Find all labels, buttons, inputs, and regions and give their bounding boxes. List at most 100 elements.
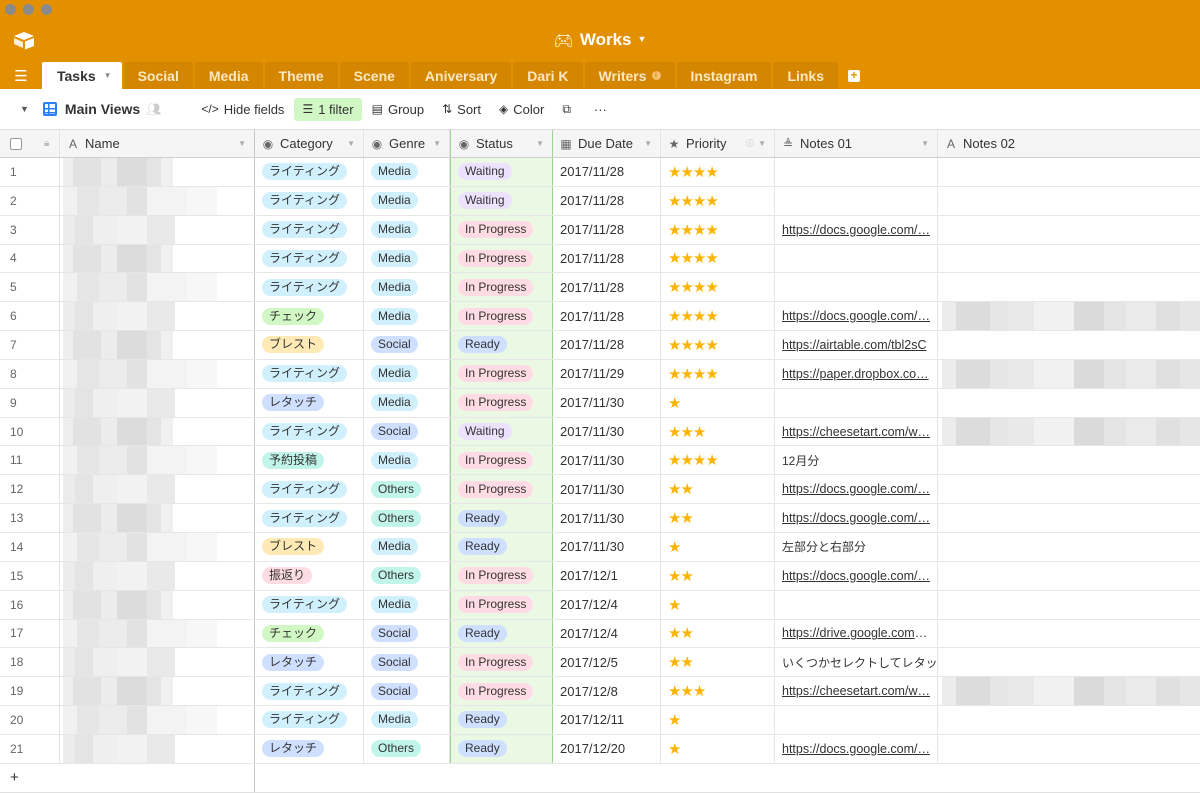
notes-link[interactable]: https://paper.dropbox.co… bbox=[782, 367, 929, 381]
notes-01-cell[interactable] bbox=[775, 388, 938, 417]
genre-cell[interactable]: Media bbox=[364, 186, 450, 215]
notes-02-cell[interactable] bbox=[938, 187, 1200, 215]
status-cell[interactable]: In Progress bbox=[450, 215, 553, 244]
genre-cell[interactable]: Others bbox=[364, 475, 450, 504]
notes-link[interactable]: https://docs.google.com/… bbox=[782, 511, 930, 525]
priority-cell[interactable]: ★★★★ bbox=[661, 244, 775, 273]
column-header-due-date[interactable]: ▦ Due Date ▼ bbox=[553, 130, 661, 157]
genre-cell[interactable]: Media bbox=[364, 273, 450, 302]
notes-02-cell[interactable] bbox=[938, 620, 1200, 648]
priority-cell[interactable]: ★ bbox=[661, 532, 775, 561]
tab-scene[interactable]: Scene bbox=[339, 62, 409, 89]
genre-cell[interactable]: Media bbox=[364, 590, 450, 619]
genre-cell[interactable]: Media bbox=[364, 359, 450, 388]
due-date-cell[interactable]: 2017/12/1 bbox=[553, 561, 661, 590]
category-cell[interactable]: ブレスト bbox=[255, 331, 364, 359]
notes-02-cell[interactable] bbox=[938, 475, 1200, 503]
category-cell[interactable]: レタッチ bbox=[255, 388, 364, 417]
priority-cell[interactable]: ★ bbox=[661, 734, 775, 763]
category-cell[interactable]: ライティング bbox=[255, 215, 364, 244]
status-cell[interactable]: In Progress bbox=[450, 590, 553, 619]
notes-02-cell[interactable] bbox=[938, 158, 1200, 186]
chevron-down-icon[interactable]: ▼ bbox=[536, 139, 544, 148]
category-cell[interactable]: ブレスト bbox=[255, 532, 364, 561]
priority-cell[interactable]: ★ bbox=[661, 706, 775, 734]
status-cell[interactable]: Ready bbox=[450, 734, 553, 763]
genre-cell[interactable]: Media bbox=[364, 532, 450, 561]
notes-02-cell[interactable] bbox=[938, 273, 1200, 301]
due-date-cell[interactable]: 2017/12/11 bbox=[553, 706, 661, 734]
tab-links[interactable]: Links bbox=[773, 62, 839, 89]
notes-01-cell[interactable]: https://docs.google.com/… bbox=[775, 504, 938, 532]
notes-01-cell[interactable]: https://docs.google.com/… bbox=[775, 302, 938, 331]
category-cell[interactable]: ライティング bbox=[255, 590, 364, 619]
tab-media[interactable]: Media bbox=[194, 62, 263, 89]
category-cell[interactable]: ライティング bbox=[255, 273, 364, 302]
table-row[interactable]: 5 ライティング Media In Progress 2017/11/28 ★★… bbox=[0, 273, 1200, 303]
column-header-notes-01[interactable]: ≜ Notes 01 ▼ bbox=[775, 130, 938, 157]
table-row[interactable]: 7 ブレスト Social Ready 2017/11/28 ★★★★ http… bbox=[0, 331, 1200, 360]
priority-cell[interactable]: ★★★★ bbox=[661, 302, 775, 331]
notes-02-cell[interactable] bbox=[938, 389, 1200, 417]
notes-link[interactable]: https://cheesetart.com/w… bbox=[782, 684, 930, 698]
name-cell[interactable] bbox=[60, 532, 255, 561]
category-cell[interactable]: ライティング bbox=[255, 417, 364, 446]
notes-link[interactable]: https://airtable.com/tbl2sC bbox=[782, 338, 927, 352]
notes-02-cell[interactable] bbox=[938, 648, 1200, 676]
priority-cell[interactable]: ★★★ bbox=[661, 677, 775, 706]
priority-cell[interactable]: ★★★★ bbox=[661, 359, 775, 388]
priority-cell[interactable]: ★ bbox=[661, 590, 775, 619]
genre-cell[interactable]: Social bbox=[364, 619, 450, 648]
status-cell[interactable]: Waiting bbox=[450, 158, 553, 186]
table-row[interactable]: 17 チェック Social Ready 2017/12/4 ★★ https:… bbox=[0, 619, 1200, 649]
notes-02-cell[interactable] bbox=[938, 591, 1200, 619]
name-cell[interactable] bbox=[60, 590, 255, 619]
notes-01-cell[interactable]: いくつかセレクトしてレタッチ bbox=[775, 648, 938, 677]
category-cell[interactable]: レタッチ bbox=[255, 648, 364, 677]
notes-01-cell[interactable]: https://cheesetart.com/w… bbox=[775, 417, 938, 446]
status-cell[interactable]: In Progress bbox=[450, 359, 553, 388]
status-cell[interactable]: Ready bbox=[450, 619, 553, 648]
notes-02-cell[interactable] bbox=[938, 706, 1200, 734]
notes-01-cell[interactable] bbox=[775, 706, 938, 734]
name-cell[interactable] bbox=[60, 302, 255, 331]
status-cell[interactable]: In Progress bbox=[450, 273, 553, 302]
name-cell[interactable] bbox=[60, 648, 255, 677]
notes-01-cell[interactable]: 12月分 bbox=[775, 446, 938, 475]
chevron-down-icon[interactable]: ▼ bbox=[238, 139, 246, 148]
due-date-cell[interactable]: 2017/11/28 bbox=[553, 158, 661, 186]
name-cell[interactable] bbox=[60, 677, 255, 706]
notes-01-cell[interactable]: https://docs.google.com/… bbox=[775, 215, 938, 244]
base-title[interactable]: 🎮︎ Works ▼ bbox=[0, 30, 1200, 51]
notes-02-cell[interactable] bbox=[938, 359, 1200, 388]
status-cell[interactable]: In Progress bbox=[450, 475, 553, 504]
category-cell[interactable]: ライティング bbox=[255, 244, 364, 273]
notes-02-cell[interactable] bbox=[938, 331, 1200, 359]
notes-02-cell[interactable] bbox=[938, 245, 1200, 273]
notes-02-cell[interactable] bbox=[938, 562, 1200, 590]
notes-01-cell[interactable]: https://paper.dropbox.co… bbox=[775, 359, 938, 388]
sort-button[interactable]: ⇅ Sort bbox=[434, 98, 489, 121]
genre-cell[interactable]: Others bbox=[364, 734, 450, 763]
add-record-button[interactable]: + bbox=[0, 763, 255, 792]
status-cell[interactable]: Ready bbox=[450, 706, 553, 734]
due-date-cell[interactable]: 2017/11/30 bbox=[553, 388, 661, 417]
name-cell[interactable] bbox=[60, 273, 255, 302]
genre-cell[interactable]: Social bbox=[364, 648, 450, 677]
notes-01-cell[interactable]: https://docs.google.com/… bbox=[775, 734, 938, 763]
chevron-down-icon[interactable]: ▼ bbox=[347, 139, 355, 148]
category-cell[interactable]: ライティング bbox=[255, 504, 364, 532]
name-cell[interactable] bbox=[60, 475, 255, 504]
tab-writers[interactable]: Writers i bbox=[584, 62, 675, 89]
notes-01-cell[interactable]: https://docs.google.com/… bbox=[775, 475, 938, 504]
due-date-cell[interactable]: 2017/11/30 bbox=[553, 475, 661, 504]
status-cell[interactable]: Ready bbox=[450, 331, 553, 359]
status-cell[interactable]: In Progress bbox=[450, 648, 553, 677]
genre-cell[interactable]: Social bbox=[364, 417, 450, 446]
due-date-cell[interactable]: 2017/11/30 bbox=[553, 532, 661, 561]
status-cell[interactable]: In Progress bbox=[450, 677, 553, 706]
column-header-status[interactable]: ◉ Status ▼ bbox=[450, 130, 553, 157]
category-cell[interactable]: ライティング bbox=[255, 677, 364, 706]
name-cell[interactable] bbox=[60, 561, 255, 590]
priority-cell[interactable]: ★★ bbox=[661, 648, 775, 677]
